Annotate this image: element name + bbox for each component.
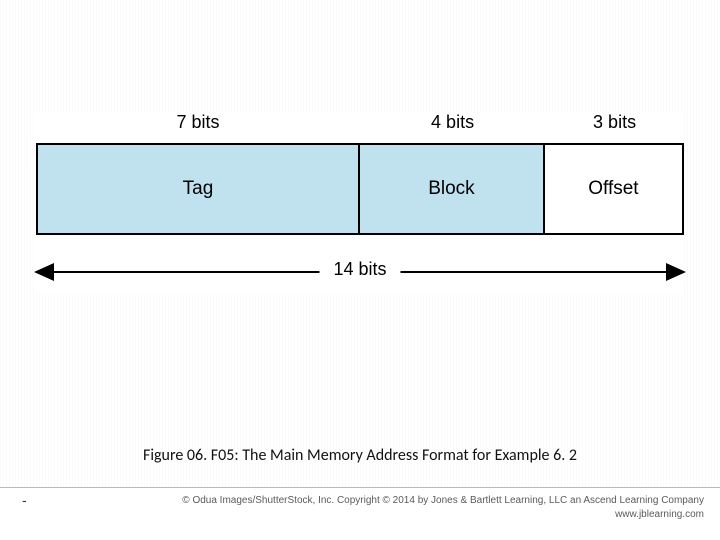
arrow-right-icon (666, 263, 686, 281)
block-bits-label: 4 bits (360, 112, 545, 139)
arrow-left-icon (34, 263, 54, 281)
tag-bits-label: 7 bits (36, 112, 360, 139)
footer-credit-line1: © Odua Images/ShutterStock, Inc. Copyrig… (182, 494, 704, 508)
footer-dash: - (22, 492, 27, 508)
footer-credit: © Odua Images/ShutterStock, Inc. Copyrig… (182, 494, 704, 521)
bit-width-row: 7 bits 4 bits 3 bits (36, 112, 684, 139)
address-format-diagram: 7 bits 4 bits 3 bits Tag Block Offset 14… (36, 112, 684, 293)
slide-footer: - © Odua Images/ShutterStock, Inc. Copyr… (0, 487, 720, 540)
figure-caption: Figure 06. F05: The Main Memory Address … (0, 446, 720, 465)
block-field-box: Block (358, 145, 543, 233)
footer-credit-line2: www.jblearning.com (182, 508, 704, 522)
field-boxes-row: Tag Block Offset (36, 143, 684, 235)
tag-field-box: Tag (36, 145, 358, 233)
total-width-row: 14 bits (36, 253, 684, 293)
total-bits-label: 14 bits (319, 259, 400, 280)
offset-field-box: Offset (543, 145, 684, 233)
offset-bits-label: 3 bits (545, 112, 684, 139)
